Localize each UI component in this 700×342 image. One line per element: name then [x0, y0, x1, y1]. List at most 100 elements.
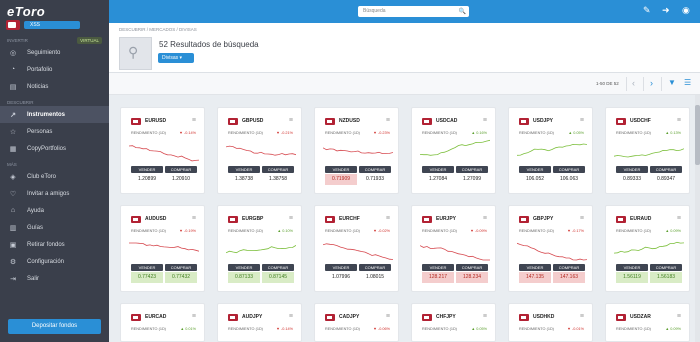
instrument-card[interactable]: GBPJPY ≡ RENDIMIENTO (1D) ▼ -0.17% VENDE… [508, 205, 593, 292]
card-menu-icon[interactable]: ≡ [192, 313, 196, 320]
user-badge[interactable]: XSS [24, 21, 80, 29]
instrument-card[interactable]: NZDUSD ≡ RENDIMIENTO (1D) ▼ -0.23% VENDE… [314, 107, 399, 194]
sell-button-label[interactable]: VENDER [228, 264, 260, 271]
sell-button-label[interactable]: VENDER [519, 264, 551, 271]
etoro-icon[interactable]: ◉ [682, 5, 690, 16]
sidebar-item-salir[interactable]: ⇥ Salir [0, 270, 109, 287]
instrument-name[interactable]: EURJPY [436, 216, 456, 222]
sell-button-label[interactable]: VENDER [616, 264, 648, 271]
sidebar-item-copyportfolios[interactable]: ▦ CopyPortfolios [0, 140, 109, 157]
card-menu-icon[interactable]: ≡ [192, 117, 196, 124]
instrument-card[interactable]: CHFJPY ≡ RENDIMIENTO (1D) ▲ 0.05% [411, 303, 496, 342]
buy-price[interactable]: 0.87145 [262, 272, 294, 283]
buy-button-label[interactable]: COMPRAR [359, 166, 391, 173]
buy-button-label[interactable]: COMPRAR [165, 166, 197, 173]
instrument-card[interactable]: EURAUD ≡ RENDIMIENTO (1D) ▲ 0.09% VENDER… [605, 205, 690, 292]
sell-button-label[interactable]: VENDER [422, 264, 454, 271]
instrument-name[interactable]: USDJPY [533, 118, 553, 124]
instrument-card[interactable]: USDCHF ≡ RENDIMIENTO (1D) ▲ 0.13% VENDER… [605, 107, 690, 194]
deposit-button[interactable]: Depositar fondos [8, 319, 101, 334]
card-menu-icon[interactable]: ≡ [483, 117, 487, 124]
card-menu-icon[interactable]: ≡ [580, 313, 584, 320]
instrument-name[interactable]: GBPJPY [533, 216, 553, 222]
sidebar-item-gu-as[interactable]: ▥ Guías [0, 219, 109, 236]
instrument-card[interactable]: USDJPY ≡ RENDIMIENTO (1D) ▲ 0.05% VENDER… [508, 107, 593, 194]
instrument-card[interactable]: USDZAR ≡ RENDIMIENTO (1D) ▲ 0.09% [605, 303, 690, 342]
buy-price[interactable]: 0.71933 [359, 174, 391, 185]
card-menu-icon[interactable]: ≡ [289, 117, 293, 124]
instrument-card[interactable]: USDHKD ≡ RENDIMIENTO (1D) ▼ -0.01% [508, 303, 593, 342]
filter-icon[interactable]: ▼ [668, 78, 676, 87]
category-filter[interactable]: Divisas ▾ [158, 53, 194, 63]
sell-price[interactable]: 1.27084 [422, 174, 454, 185]
instrument-card[interactable]: CADJPY ≡ RENDIMIENTO (1D) ▼ -0.06% [314, 303, 399, 342]
edit-icon[interactable]: ✎ [643, 5, 651, 16]
instrument-card[interactable]: AUDUSD ≡ RENDIMIENTO (1D) ▼ -0.19% VENDE… [120, 205, 205, 292]
instrument-card[interactable]: EURCAD ≡ RENDIMIENTO (1D) ▲ 0.01% [120, 303, 205, 342]
buy-button-label[interactable]: COMPRAR [650, 264, 682, 271]
instrument-card[interactable]: USDCAD ≡ RENDIMIENTO (1D) ▲ 0.16% VENDER… [411, 107, 496, 194]
list-view-icon[interactable]: ☰ [684, 78, 691, 87]
buy-button-label[interactable]: COMPRAR [359, 264, 391, 271]
card-menu-icon[interactable]: ≡ [386, 215, 390, 222]
sidebar-item-configuraci-n[interactable]: ⚙ Configuración [0, 253, 109, 270]
sell-price[interactable]: 1.20899 [131, 174, 163, 185]
buy-price[interactable]: 0.89347 [650, 174, 682, 185]
card-menu-icon[interactable]: ≡ [483, 313, 487, 320]
etoro-logo[interactable]: eToro [7, 4, 102, 19]
scrollbar-thumb[interactable] [695, 105, 700, 165]
card-menu-icon[interactable]: ≡ [677, 117, 681, 124]
buy-button-label[interactable]: COMPRAR [456, 166, 488, 173]
sell-button-label[interactable]: VENDER [131, 264, 163, 271]
buy-button-label[interactable]: COMPRAR [262, 264, 294, 271]
sidebar-item-ayuda[interactable]: ⌂ Ayuda [0, 202, 109, 219]
sidebar-item-personas[interactable]: ☆ Personas [0, 123, 109, 140]
instrument-name[interactable]: NZDUSD [339, 118, 360, 124]
sidebar-item-portafolio[interactable]: ◔ Portafolio [0, 61, 109, 78]
search-icon[interactable]: 🔍 [459, 7, 466, 18]
sell-price[interactable]: 0.87133 [228, 272, 260, 283]
instrument-card[interactable]: EURGBP ≡ RENDIMIENTO (1D) ▲ 0.10% VENDER… [217, 205, 302, 292]
breadcrumb[interactable]: DESCUBRIR / MERCADOS / DIVISAS [119, 27, 197, 32]
instrument-name[interactable]: EURGBP [242, 216, 263, 222]
instrument-card[interactable]: GBPUSD ≡ RENDIMIENTO (1D) ▼ -0.21% VENDE… [217, 107, 302, 194]
card-menu-icon[interactable]: ≡ [677, 215, 681, 222]
sidebar-item-noticias[interactable]: ▤ Noticias [0, 78, 109, 95]
instrument-name[interactable]: USDCAD [436, 118, 457, 124]
buy-button-label[interactable]: COMPRAR [165, 264, 197, 271]
buy-price[interactable]: 1.08015 [359, 272, 391, 283]
instrument-name[interactable]: USDHKD [533, 314, 554, 320]
instrument-name[interactable]: EURAUD [630, 216, 651, 222]
sell-button-label[interactable]: VENDER [519, 166, 551, 173]
buy-button-label[interactable]: COMPRAR [553, 264, 585, 271]
virtual-badge[interactable]: VIRTUAL [77, 36, 102, 44]
buy-price[interactable]: 1.38758 [262, 174, 294, 185]
instrument-name[interactable]: USDZAR [630, 314, 651, 320]
instrument-name[interactable]: CHFJPY [436, 314, 456, 320]
next-page-icon[interactable]: › [650, 78, 653, 88]
sidebar-item-retirar-fondos[interactable]: ▣ Retirar fondos [0, 236, 109, 253]
sell-button-label[interactable]: VENDER [228, 166, 260, 173]
card-menu-icon[interactable]: ≡ [289, 313, 293, 320]
card-menu-icon[interactable]: ≡ [580, 117, 584, 124]
instrument-name[interactable]: EURCHF [339, 216, 360, 222]
card-menu-icon[interactable]: ≡ [677, 313, 681, 320]
search-input[interactable]: Búsqueda 🔍 [358, 6, 469, 17]
card-menu-icon[interactable]: ≡ [580, 215, 584, 222]
buy-price[interactable]: 1.20910 [165, 174, 197, 185]
sidebar-item-club-etoro[interactable]: ◈ Club eToro [0, 168, 109, 185]
instrument-name[interactable]: EURCAD [145, 314, 166, 320]
sell-price[interactable]: 0.89333 [616, 174, 648, 185]
card-menu-icon[interactable]: ≡ [386, 117, 390, 124]
instrument-name[interactable]: AUDJPY [242, 314, 262, 320]
sell-price[interactable]: 106.052 [519, 174, 551, 185]
sidebar-item-seguimiento[interactable]: ◎ Seguimiento [0, 44, 109, 61]
buy-price[interactable]: 106.063 [553, 174, 585, 185]
buy-button-label[interactable]: COMPRAR [650, 166, 682, 173]
sell-price[interactable]: 1.56119 [616, 272, 648, 283]
card-menu-icon[interactable]: ≡ [289, 215, 293, 222]
sell-price[interactable]: 128.217 [422, 272, 454, 283]
buy-price[interactable]: 1.27099 [456, 174, 488, 185]
sell-button-label[interactable]: VENDER [422, 166, 454, 173]
buy-price[interactable]: 1.56183 [650, 272, 682, 283]
